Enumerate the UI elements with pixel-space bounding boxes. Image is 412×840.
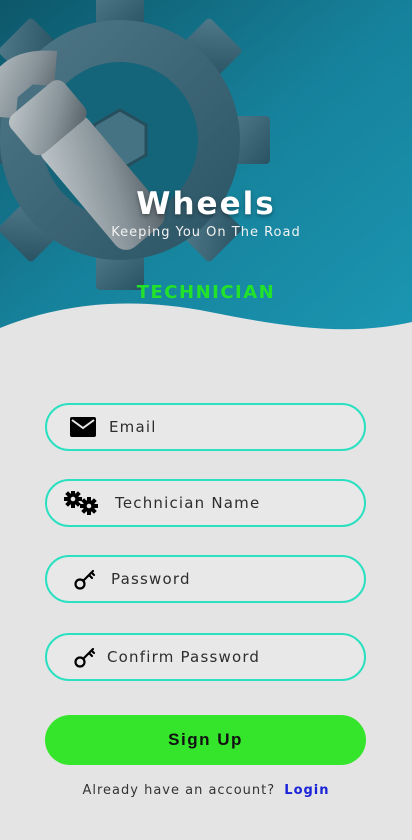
confirm-password-placeholder: Confirm Password xyxy=(107,648,261,666)
technician-name-placeholder: Technician Name xyxy=(115,494,261,512)
password-field[interactable]: Password xyxy=(45,555,366,603)
gears-icon xyxy=(63,491,99,515)
key-icon xyxy=(71,567,99,591)
login-link[interactable]: Login xyxy=(284,783,329,798)
confirm-password-field[interactable]: Confirm Password xyxy=(45,633,366,681)
app-tagline: Keeping You On The Road xyxy=(111,225,301,240)
email-placeholder: Email xyxy=(109,418,157,436)
password-placeholder: Password xyxy=(111,570,191,588)
app-title: Wheels xyxy=(136,186,276,222)
login-prompt: Already have an account? Login xyxy=(0,783,412,798)
envelope-icon xyxy=(69,415,97,439)
role-label: TECHNICIAN xyxy=(136,282,276,303)
technician-name-field[interactable]: Technician Name xyxy=(45,479,366,527)
login-prompt-text: Already have an account? xyxy=(82,783,276,798)
sign-up-button[interactable]: Sign Up xyxy=(45,715,366,765)
key-icon xyxy=(71,645,99,669)
email-field[interactable]: Email xyxy=(45,403,366,451)
